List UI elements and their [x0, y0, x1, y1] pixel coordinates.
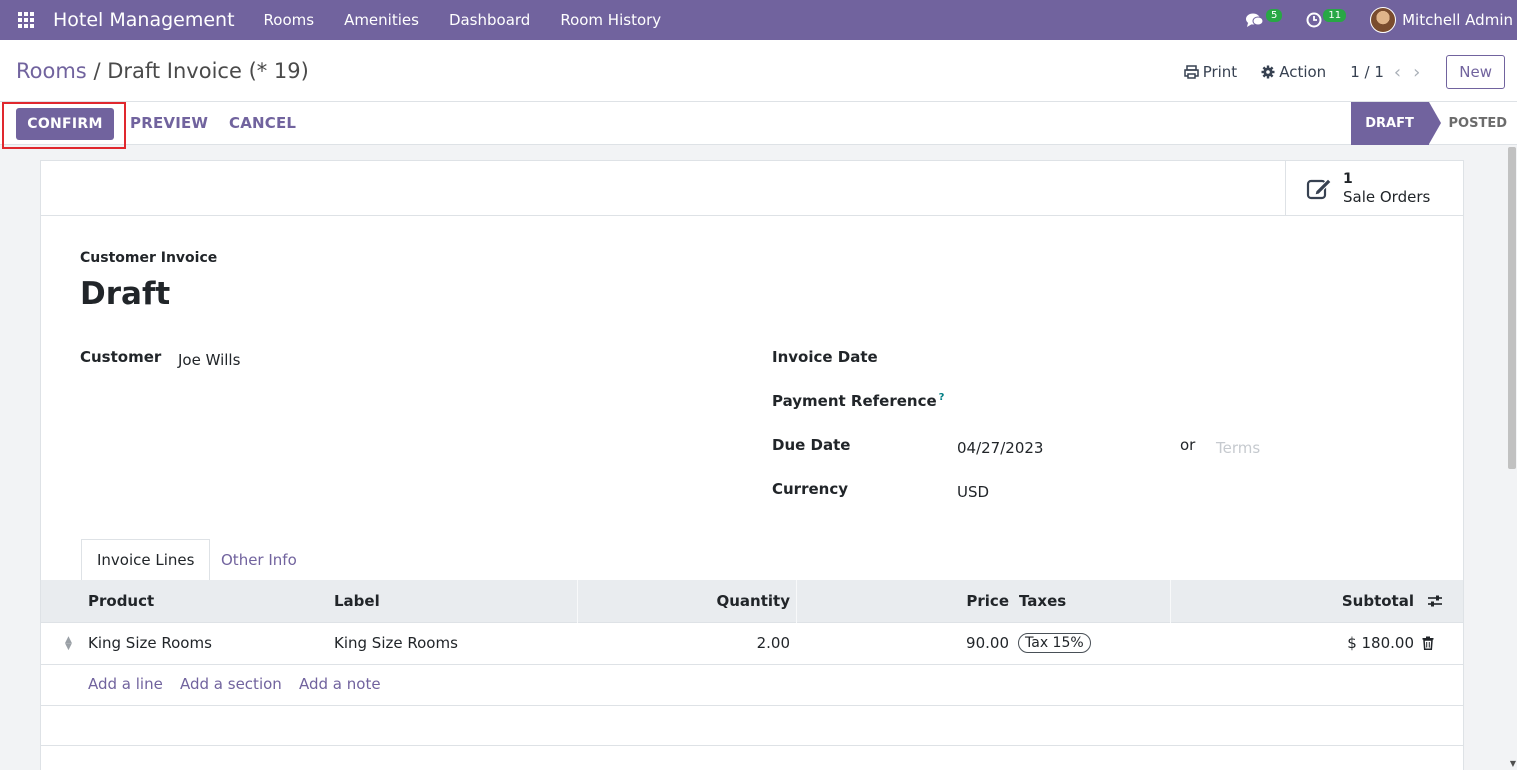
nav-room-history[interactable]: Room History [545, 11, 676, 29]
cell-label[interactable]: King Size Rooms [334, 634, 458, 652]
add-line-row: Add a line Add a section Add a note [41, 665, 1463, 706]
breadcrumb: Rooms / Draft Invoice (* 19) [16, 59, 309, 83]
customer-field[interactable]: Joe Wills [178, 351, 240, 369]
invoice-date-label: Invoice Date [772, 348, 878, 366]
add-section-link[interactable]: Add a section [180, 675, 282, 693]
cell-product[interactable]: King Size Rooms [88, 634, 212, 652]
pager-next-icon[interactable]: › [1413, 62, 1420, 83]
action-button[interactable]: Action [1261, 63, 1326, 81]
nav-rooms[interactable]: Rooms [249, 11, 330, 29]
col-header-price[interactable]: Price [966, 592, 1009, 610]
cell-quantity[interactable]: 2.00 [757, 634, 790, 652]
breadcrumb-current: Draft Invoice (* 19) [107, 59, 309, 83]
payment-terms-field[interactable]: Terms [1216, 439, 1260, 457]
payment-reference-help-icon[interactable]: ? [939, 392, 945, 403]
systray: 5 11 Mitchell Admin [1245, 0, 1517, 40]
sale-orders-count: 1 [1343, 171, 1353, 187]
form-statusbar: CONFIRM PREVIEW CANCEL DRAFT POSTED [0, 102, 1517, 149]
breadcrumb-rooms-link[interactable]: Rooms [16, 59, 87, 83]
tax-tag[interactable]: Tax 15% [1018, 633, 1091, 653]
invoice-lines-table: Product Label Quantity Price Taxes Subto… [41, 580, 1463, 746]
action-label: Action [1279, 63, 1327, 81]
clock-icon [1306, 12, 1322, 28]
empty-row [41, 706, 1463, 746]
payment-reference-label: Payment Reference? [772, 392, 944, 410]
column-divider [1170, 580, 1171, 623]
currency-field[interactable]: USD [957, 483, 989, 501]
customer-label: Customer [80, 348, 162, 366]
scrollbar-thumb[interactable] [1508, 147, 1516, 469]
payment-reference-text: Payment Reference [772, 392, 937, 410]
tab-other-info[interactable]: Other Info [206, 539, 312, 581]
optional-columns-icon[interactable] [1427, 594, 1443, 608]
trash-icon[interactable] [1422, 636, 1434, 650]
add-note-link[interactable]: Add a note [299, 675, 381, 693]
due-date-field[interactable]: 04/27/2023 [957, 439, 1043, 457]
currency-label: Currency [772, 480, 849, 498]
confirm-button[interactable]: CONFIRM [16, 108, 114, 140]
nav-dashboard[interactable]: Dashboard [434, 11, 545, 29]
cell-price[interactable]: 90.00 [966, 634, 1009, 652]
page-scrollbar[interactable]: ▼ [1507, 145, 1517, 770]
col-header-taxes[interactable]: Taxes [1019, 592, 1066, 610]
new-button[interactable]: New [1446, 55, 1505, 89]
chat-icon [1246, 13, 1264, 27]
col-header-label[interactable]: Label [334, 592, 380, 610]
cancel-button[interactable]: CANCEL [229, 114, 296, 132]
user-name[interactable]: Mitchell Admin [1402, 11, 1513, 29]
control-panel: Rooms / Draft Invoice (* 19) Print Actio… [0, 40, 1517, 102]
form-sheet: 1 Sale Orders Customer Invoice Draft Cus… [40, 160, 1464, 770]
sale-orders-label: Sale Orders [1343, 188, 1431, 206]
edit-icon [1306, 178, 1332, 200]
pager-previous-icon[interactable]: ‹ [1394, 62, 1401, 83]
column-divider [577, 580, 578, 623]
app-menu-grid-icon[interactable] [18, 11, 36, 29]
tab-invoice-lines[interactable]: Invoice Lines [81, 539, 211, 581]
sale-orders-smart-button[interactable]: 1 Sale Orders [1285, 161, 1463, 215]
add-line-link[interactable]: Add a line [88, 675, 163, 693]
print-icon [1183, 65, 1199, 79]
top-navbar: Hotel Management Rooms Amenities Dashboa… [0, 0, 1517, 40]
activities-count-badge: 11 [1323, 8, 1347, 22]
status-step-posted[interactable]: POSTED [1449, 116, 1507, 131]
smart-button-text: 1 Sale Orders [1343, 170, 1430, 206]
preview-button[interactable]: PREVIEW [130, 114, 208, 132]
smart-button-box: 1 Sale Orders [41, 161, 1463, 216]
column-divider [796, 580, 797, 623]
gear-icon [1261, 65, 1275, 79]
due-date-or-label: or [1180, 436, 1196, 454]
status-steps: DRAFT POSTED [1350, 102, 1507, 145]
col-header-subtotal[interactable]: Subtotal [1342, 592, 1414, 610]
messages-count-badge: 5 [1266, 8, 1283, 22]
due-date-label: Due Date [772, 436, 851, 454]
table-row[interactable]: ▲ ▼ King Size Rooms King Size Rooms 2.00 … [41, 623, 1463, 665]
messages-button[interactable]: 5 [1245, 8, 1283, 28]
activities-button[interactable]: 11 [1306, 8, 1347, 28]
scroll-down-arrow-icon[interactable]: ▼ [1510, 759, 1516, 768]
invoice-type-label: Customer Invoice [80, 250, 218, 266]
control-panel-actions: Print Action 1 / 1 ‹ › New [1183, 54, 1505, 90]
pager-value[interactable]: 1 / 1 [1350, 63, 1384, 81]
print-button[interactable]: Print [1183, 63, 1238, 81]
col-header-product[interactable]: Product [88, 592, 154, 610]
cell-subtotal: $ 180.00 [1347, 634, 1414, 652]
status-step-draft[interactable]: DRAFT [1350, 102, 1441, 145]
nav-amenities[interactable]: Amenities [329, 11, 434, 29]
invoice-title: Draft [80, 276, 171, 312]
table-header: Product Label Quantity Price Taxes Subto… [41, 580, 1463, 623]
drag-handle-icon[interactable]: ▲ ▼ [65, 636, 72, 652]
print-label: Print [1202, 63, 1238, 81]
user-avatar[interactable] [1370, 7, 1397, 33]
notebook-tabs: Invoice Lines Other Info [41, 539, 1463, 581]
breadcrumb-separator: / [93, 59, 101, 83]
col-header-quantity[interactable]: Quantity [717, 592, 791, 610]
app-title[interactable]: Hotel Management [53, 9, 235, 31]
